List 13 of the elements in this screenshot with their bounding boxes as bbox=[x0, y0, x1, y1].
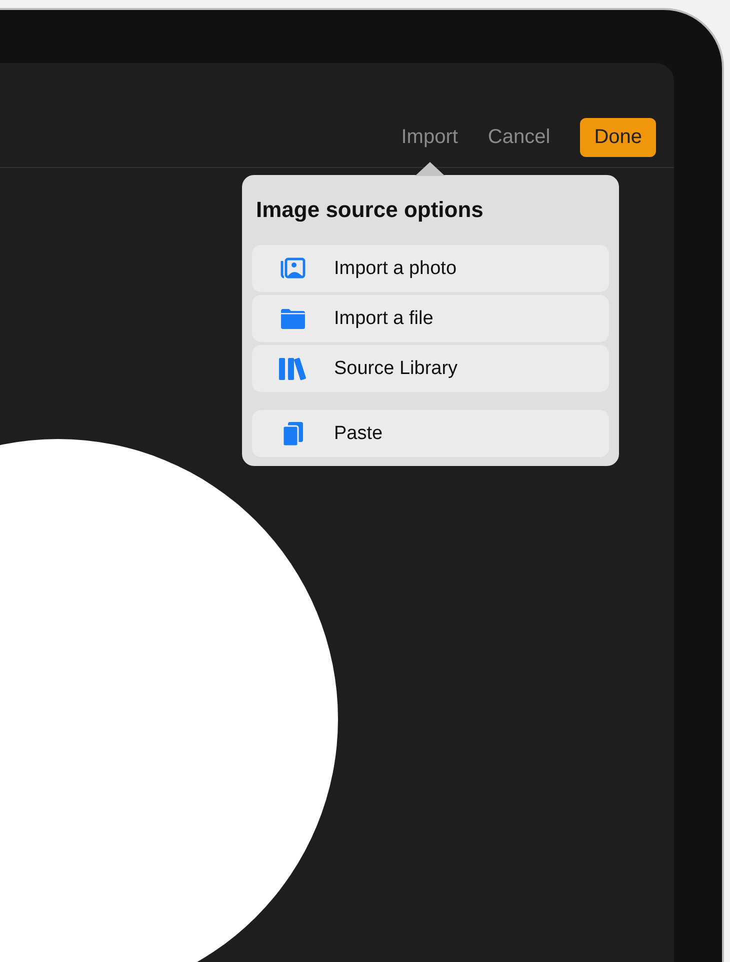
menu-item[interactable]: Import a photo bbox=[252, 245, 609, 292]
menu-item[interactable]: Source Library bbox=[252, 345, 609, 392]
folder-icon bbox=[280, 308, 306, 330]
books-icon bbox=[278, 356, 308, 380]
toolbar-button[interactable]: Import bbox=[401, 126, 458, 148]
popover-title: Image source options bbox=[255, 197, 484, 224]
done-button[interactable]: Done bbox=[580, 118, 656, 156]
menu-item[interactable]: Import a file bbox=[252, 295, 609, 342]
clipboard-icon bbox=[282, 420, 304, 446]
popover-arrow-icon bbox=[415, 162, 445, 176]
menu-item[interactable]: Paste bbox=[252, 410, 609, 457]
toolbar-button[interactable]: Cancel bbox=[488, 126, 550, 148]
photos-icon bbox=[280, 256, 306, 280]
